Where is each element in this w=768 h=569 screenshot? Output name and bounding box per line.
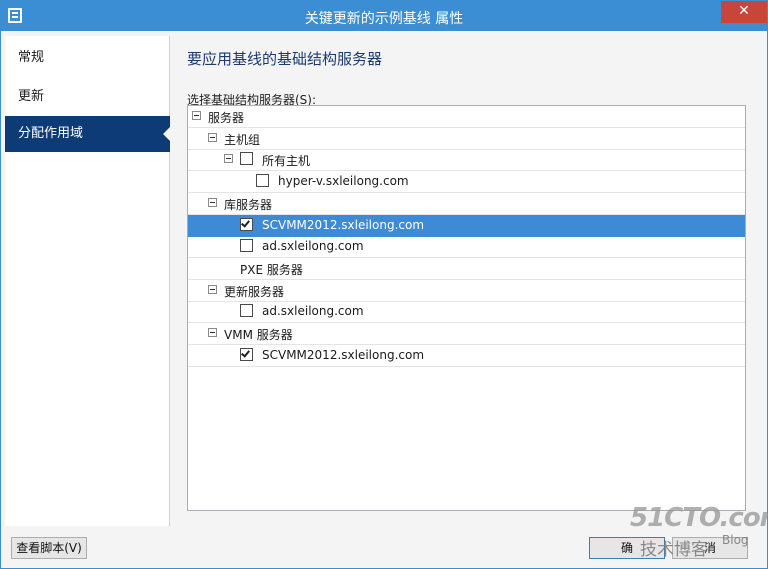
tree-row[interactable]: ad.sxleilong.com: [188, 236, 745, 258]
page-title: 要应用基线的基础结构服务器: [187, 50, 383, 68]
cancel-button[interactable]: 消: [672, 537, 748, 559]
collapse-icon[interactable]: [208, 285, 217, 294]
tree-row-label: 所有主机: [262, 154, 311, 168]
tree-row[interactable]: 主机组: [188, 128, 745, 150]
sidebar-item-general[interactable]: 常规: [5, 40, 170, 76]
close-button[interactable]: ✕: [721, 1, 767, 23]
window-title: 关键更新的示例基线 属性: [304, 11, 464, 27]
view-script-button[interactable]: 查看脚本(V): [11, 537, 87, 559]
collapse-icon[interactable]: [208, 328, 217, 337]
tree-row-label: ad.sxleilong.com: [262, 239, 364, 253]
tree-row[interactable]: 服务器: [188, 106, 745, 128]
tree-row[interactable]: 库服务器: [188, 193, 745, 215]
tree-row-label: 库服务器: [224, 198, 273, 212]
sidebar-item-updates[interactable]: 更新: [5, 79, 170, 115]
server-tree[interactable]: 服务器主机组 所有主机 hyper-v.sxleilong.com 库服务器 SCVMM…: [187, 105, 746, 511]
ok-button[interactable]: 确: [589, 537, 665, 559]
server-checkbox[interactable]: [240, 218, 253, 231]
tree-row-label: SCVMM2012.sxleilong.com: [262, 218, 425, 232]
tree-row[interactable]: 所有主机: [188, 149, 745, 171]
tree-row-label: hyper-v.sxleilong.com: [278, 174, 409, 188]
tree-row-label: SCVMM2012.sxleilong.com: [262, 348, 425, 362]
server-checkbox[interactable]: [256, 174, 269, 187]
tree-row[interactable]: SCVMM2012.sxleilong.com: [188, 215, 745, 237]
sidebar-item-assignment-scope[interactable]: 分配作用域: [5, 116, 171, 152]
tree-row[interactable]: hyper-v.sxleilong.com: [188, 171, 745, 193]
collapse-icon[interactable]: [208, 198, 217, 207]
tree-row[interactable]: SCVMM2012.sxleilong.com: [188, 345, 745, 367]
sidebar: 常规 更新 分配作用域: [5, 36, 171, 526]
checkmark-icon: [241, 348, 250, 358]
checkmark-icon: [241, 218, 250, 228]
server-checkbox[interactable]: [240, 304, 253, 317]
tree-row-label: 更新服务器: [224, 285, 285, 299]
title-bar: 关键更新的示例基线 属性 ✕: [1, 1, 767, 31]
tree-row-label: 主机组: [224, 133, 261, 147]
server-checkbox[interactable]: [240, 152, 253, 165]
server-checkbox[interactable]: [240, 239, 253, 252]
tree-row[interactable]: ad.sxleilong.com: [188, 301, 745, 323]
tree-row-label: ad.sxleilong.com: [262, 304, 364, 318]
collapse-icon[interactable]: [224, 154, 233, 163]
tree-row[interactable]: VMM 服务器: [188, 323, 745, 345]
tree-row-label: PXE 服务器: [240, 263, 303, 277]
tree-row-label: 服务器: [208, 111, 245, 125]
collapse-icon[interactable]: [208, 133, 217, 142]
collapse-icon[interactable]: [192, 111, 201, 120]
tree-row-label: VMM 服务器: [224, 328, 293, 342]
tree-row[interactable]: PXE 服务器: [188, 258, 745, 280]
tree-row[interactable]: 更新服务器: [188, 280, 745, 302]
server-checkbox[interactable]: [240, 348, 253, 361]
